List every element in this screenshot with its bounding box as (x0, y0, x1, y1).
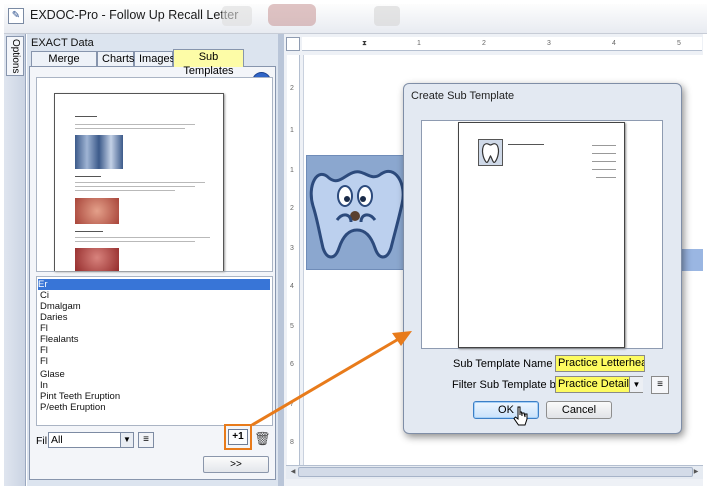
ruler-label: 7 (290, 401, 294, 408)
window-title: EXDOC-Pro - Follow Up Recall Letter (30, 8, 239, 22)
filter-sub-template-label: Filter Sub Template by (452, 379, 562, 391)
list-item[interactable]: Dmalgam (40, 301, 270, 312)
sub-template-name-field[interactable]: Practice Letterhead (555, 355, 645, 372)
add-sub-template-button[interactable]: +1 (228, 429, 248, 445)
trash-icon[interactable]: 🗑 (254, 431, 271, 447)
tab-sub-templates[interactable]: Sub Templates (173, 49, 244, 77)
list-item[interactable]: Er (38, 279, 270, 290)
list-item[interactable]: Glase (40, 369, 270, 380)
preview-photo (75, 198, 119, 224)
insert-button[interactable]: >> (203, 456, 269, 473)
list-item[interactable]: Ci (40, 290, 270, 301)
list-item[interactable]: Pint Teeth Eruption (40, 391, 270, 402)
address-line (592, 145, 616, 146)
address-line (592, 153, 616, 154)
ruler-label: 3 (547, 40, 551, 47)
scrollbar-thumb[interactable] (298, 467, 693, 477)
preview-photo (75, 135, 123, 169)
ruler-label: 5 (677, 40, 681, 47)
letterhead-title-line (508, 144, 544, 145)
sub-template-list[interactable]: Er Ci Dmalgam Daries Fl Flealants Fl Fl … (36, 276, 273, 426)
address-line (596, 177, 616, 178)
list-item[interactable]: In (40, 380, 270, 391)
document-edit-icon: ✎ (8, 8, 24, 24)
ruler-label: 5 (290, 323, 294, 330)
ruler-label: 1 (417, 40, 421, 47)
pointer-cursor-icon (512, 405, 530, 427)
ruler-label: 2 (482, 40, 486, 47)
list-item[interactable]: P/eeth Eruption (40, 402, 270, 413)
ruler-label: 2 (290, 85, 294, 92)
address-line (592, 161, 616, 162)
ruler-label: 1 (290, 127, 294, 134)
filter-options-icon[interactable]: ≡ (138, 432, 154, 448)
cancel-button[interactable]: Cancel (546, 401, 612, 419)
chevron-down-icon[interactable]: ▼ (629, 377, 643, 392)
vertical-ruler[interactable]: 2 1 1 2 3 4 5 6 7 8 (287, 55, 300, 465)
tab-stop-selector[interactable] (286, 37, 300, 51)
list-item[interactable]: Daries (40, 312, 270, 323)
preview-photo (75, 248, 119, 271)
ruler-label: 6 (290, 361, 294, 368)
options-strip (4, 34, 26, 486)
practice-logo-image (478, 139, 503, 166)
tab-merge-fields[interactable]: Merge Fields (31, 51, 97, 79)
tab-charts[interactable]: Charts (97, 51, 134, 67)
ruler-label: 3 (290, 245, 294, 252)
horizontal-ruler[interactable]: ⧗ 1 2 3 4 5 (302, 37, 702, 51)
ruler-label: 2 (290, 205, 294, 212)
list-item[interactable]: Fl (40, 356, 270, 367)
ruler-label: 8 (290, 439, 294, 446)
filter-options-icon[interactable]: ≡ (651, 376, 669, 394)
sub-template-name-label: Sub Template Name (453, 358, 553, 370)
ruler-label: 4 (290, 283, 294, 290)
tab-images[interactable]: Images (134, 51, 175, 67)
blurred-toolbar-icon (222, 6, 252, 26)
list-item[interactable]: Fl (40, 345, 270, 356)
scroll-left-icon[interactable]: ◀ (288, 467, 298, 477)
blurred-toolbar-icon (374, 6, 400, 26)
options-tab[interactable]: Options (6, 36, 24, 76)
ruler-indent-marker[interactable]: ⧗ (362, 40, 367, 48)
tooth-cartoon-image[interactable] (306, 155, 406, 270)
list-item[interactable]: Flealants (40, 334, 270, 345)
filter-label: Fil (36, 435, 48, 447)
template-preview-page (54, 93, 224, 271)
filter-value: All (51, 434, 63, 446)
address-line (592, 169, 616, 170)
list-item[interactable]: Fl (40, 323, 270, 334)
ruler-label: 4 (612, 40, 616, 47)
chevron-down-icon[interactable]: ▼ (120, 433, 133, 447)
dialog-title: Create Sub Template (411, 90, 515, 102)
filter-select[interactable]: All ▼ (48, 432, 134, 448)
ruler-label: 1 (290, 167, 294, 174)
panel-header: EXACT Data (31, 37, 94, 49)
blurred-toolbar-icon (268, 4, 316, 26)
